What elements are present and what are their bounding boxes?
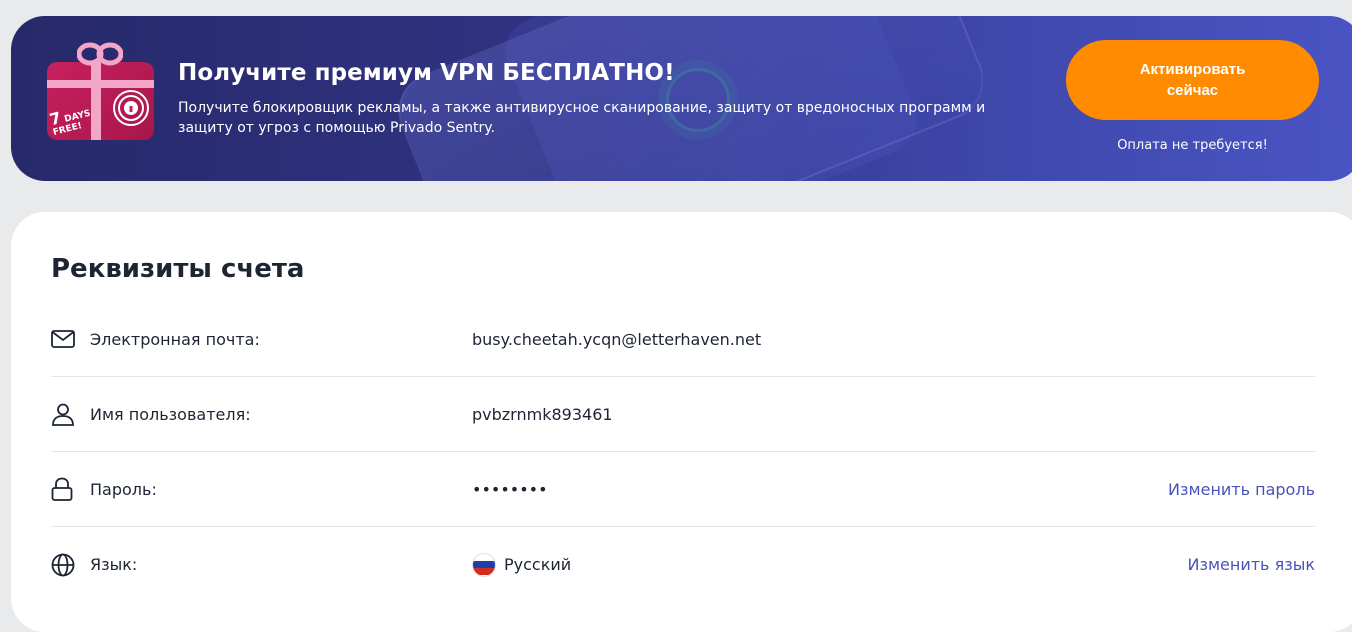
- password-label: Пароль:: [90, 479, 157, 499]
- email-value: busy.cheetah.ycqn@letterhaven.net: [472, 329, 762, 349]
- password-value: ••••••••: [472, 479, 548, 499]
- gift-badge-text: 7 DAYS FREE!: [48, 105, 97, 138]
- activate-now-button[interactable]: Активировать сейчас: [1066, 40, 1319, 120]
- language-row: Язык: Русский Изменить язык: [51, 527, 1315, 602]
- language-label: Язык:: [90, 555, 138, 574]
- account-details-card: Реквизиты счета Электронная почта: busy.…: [11, 212, 1352, 632]
- promo-banner: 7 DAYS FREE! Получите премиум VPN БЕСПЛА…: [11, 16, 1352, 181]
- username-value: pvbzrnmk893461: [472, 404, 613, 424]
- no-payment-note: Оплата не требуется!: [1117, 138, 1268, 153]
- lock-icon: [51, 477, 90, 501]
- gift-icon: 7 DAYS FREE!: [47, 42, 154, 140]
- sentry-lock-icon: [111, 88, 151, 132]
- envelope-icon: [51, 327, 90, 351]
- activate-now-label: Активировать сейчас: [1139, 61, 1246, 99]
- email-label: Электронная почта:: [90, 329, 260, 349]
- russia-flag-icon: [472, 552, 496, 577]
- language-value: Русский: [472, 552, 1187, 577]
- account-details-title: Реквизиты счета: [51, 254, 305, 284]
- user-icon: [51, 402, 90, 426]
- email-row: Электронная почта: busy.cheetah.ycqn@let…: [51, 302, 1315, 377]
- change-language-link[interactable]: Изменить язык: [1187, 555, 1315, 574]
- change-password-link[interactable]: Изменить пароль: [1168, 480, 1315, 499]
- username-label: Имя пользователя:: [90, 404, 251, 424]
- username-row: Имя пользователя: pvbzrnmk893461: [51, 377, 1315, 452]
- password-row: Пароль: •••••••• Изменить пароль: [51, 452, 1315, 527]
- language-name: Русский: [504, 555, 572, 574]
- globe-icon: [51, 553, 90, 577]
- promo-description: Получите блокировщик рекламы, а также ан…: [178, 100, 986, 136]
- promo-title: Получите премиум VPN БЕСПЛАТНО!: [178, 60, 675, 86]
